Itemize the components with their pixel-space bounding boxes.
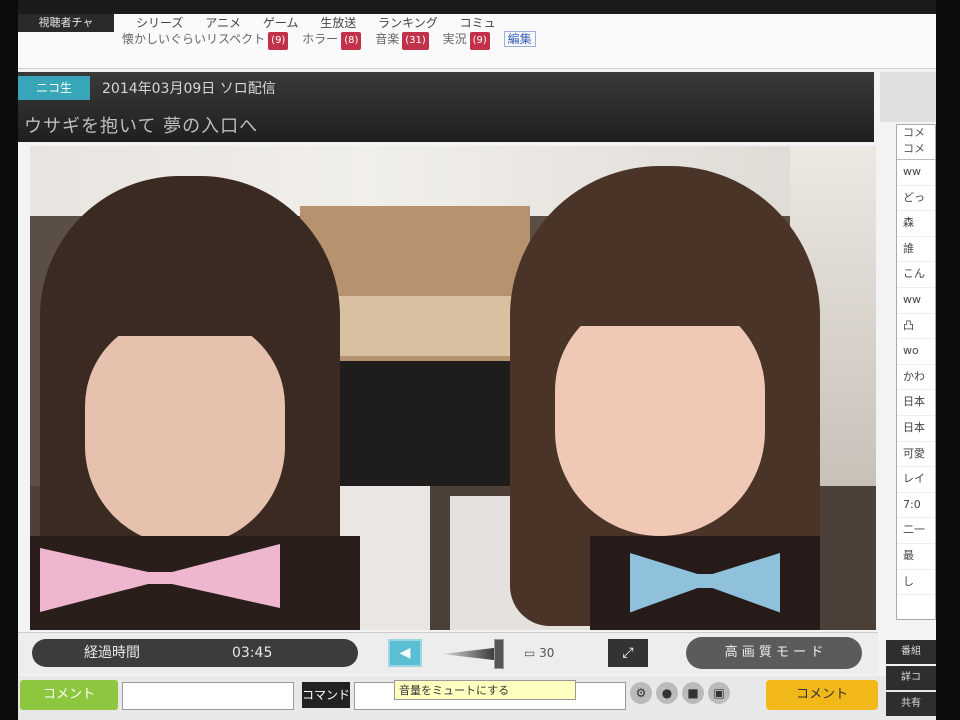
panel-icon-area[interactable] xyxy=(880,72,936,122)
send-comment-button[interactable]: コメント xyxy=(766,680,878,710)
speaker-icon: ◀ xyxy=(399,645,411,661)
top-dark-bar xyxy=(18,0,936,14)
comment-row[interactable]: こん xyxy=(897,262,935,288)
person-icon[interactable]: ● xyxy=(656,682,678,704)
comment-row[interactable]: 誰 xyxy=(897,237,935,263)
comment-row[interactable]: 凸 xyxy=(897,314,935,340)
elapsed-time: 03:45 xyxy=(232,645,273,661)
comment-row[interactable]: 最 xyxy=(897,544,935,570)
comment-list-header: コメ コメ xyxy=(897,125,935,160)
comment-count: 30 xyxy=(539,646,555,660)
comment-row[interactable]: かわ xyxy=(897,365,935,391)
tag-count: (31) xyxy=(402,32,429,50)
tag-list: 懐かしいぐらいリスペクト (9) ホラー (8) 音楽 (31) 実況 (9) 編集 xyxy=(122,30,536,50)
command-button[interactable]: コマンド xyxy=(302,682,350,708)
mute-button[interactable]: ◀ xyxy=(388,639,422,667)
comment-row[interactable]: 二一 xyxy=(897,518,935,544)
option-icons: ⚙ ● ■ ▣ xyxy=(630,682,750,708)
comment-row[interactable]: し xyxy=(897,570,935,596)
comment-row[interactable]: 森 xyxy=(897,211,935,237)
square-icon[interactable]: ■ xyxy=(682,682,704,704)
tag-count: (9) xyxy=(469,32,490,50)
broadcast-date: 2014年03月09日 ソロ配信 xyxy=(102,81,276,97)
comment-row[interactable]: ww xyxy=(897,288,935,314)
comment-row[interactable]: どっ xyxy=(897,186,935,212)
side-button[interactable]: 共有 xyxy=(886,692,936,716)
tag-count: (8) xyxy=(341,32,362,50)
video-player[interactable] xyxy=(30,146,876,630)
mute-tooltip: 音量をミュートにする xyxy=(394,680,576,700)
elapsed-label: 経過時間 xyxy=(84,645,140,661)
comment-row[interactable]: 7:0 xyxy=(897,493,935,519)
comment-row[interactable]: ww xyxy=(897,160,935,186)
video-tv xyxy=(320,361,520,491)
broadcast-title-bar: ニコ生 2014年03月09日 ソロ配信 ウサギを抱いて 夢の入口へ xyxy=(18,72,874,142)
person-left-face xyxy=(85,316,285,546)
comment-row[interactable]: 日本 xyxy=(897,390,935,416)
tag-item[interactable]: ホラー (8) xyxy=(302,32,362,50)
image-icon[interactable]: ▣ xyxy=(708,682,730,704)
fullscreen-button[interactable]: ⤢ xyxy=(608,639,648,667)
comment-list-panel[interactable]: コメ コメ ww どっ 森 誰 こん ww 凸 wo かわ 日本 日本 可愛 レ… xyxy=(896,124,936,620)
comment-toggle[interactable]: ▭ 30 xyxy=(524,639,564,667)
comment-icon: ▭ xyxy=(524,646,536,660)
person-right-face xyxy=(555,296,765,536)
quality-mode-button[interactable]: 高 画 質 モ ー ド xyxy=(686,637,862,669)
tag-edit-link[interactable]: 編集 xyxy=(503,31,536,47)
comment-row[interactable]: 可愛 xyxy=(897,442,935,468)
tag-item[interactable]: 懐かしいぐらいリスペクト (9) xyxy=(122,32,289,50)
tag-count: (9) xyxy=(268,32,289,50)
side-button[interactable]: 詳コ xyxy=(886,666,936,690)
fullscreen-icon: ⤢ xyxy=(622,645,634,661)
volume-knob[interactable] xyxy=(494,639,504,669)
live-badge: ニコ生 xyxy=(18,76,90,100)
tag-item[interactable]: 音楽 (31) xyxy=(375,32,429,50)
comment-mode-button[interactable]: コメント xyxy=(20,680,118,710)
volume-slider[interactable] xyxy=(442,647,502,661)
side-button[interactable]: 番組 xyxy=(886,640,936,664)
comment-row[interactable]: 日本 xyxy=(897,416,935,442)
tag-item[interactable]: 実況 (9) xyxy=(443,32,490,50)
comment-row[interactable]: wo xyxy=(897,339,935,365)
player-controls: 経過時間 03:45 ◀ ▭ 30 ⤢ 高 画 質 モ ー ド xyxy=(18,632,878,675)
comment-row[interactable]: レイ xyxy=(897,467,935,493)
header-tab[interactable]: 視聴者チャ xyxy=(18,14,114,32)
elapsed-time-display: 経過時間 03:45 xyxy=(32,639,358,667)
broadcast-title: ウサギを抱いて 夢の入口へ xyxy=(24,116,259,137)
command-input[interactable] xyxy=(122,682,294,710)
gear-icon[interactable]: ⚙ xyxy=(630,682,652,704)
page-header: 視聴者チャ シリーズ アニメ ゲーム 生放送 ランキング コミュ 懐かしいぐらい… xyxy=(18,0,936,69)
